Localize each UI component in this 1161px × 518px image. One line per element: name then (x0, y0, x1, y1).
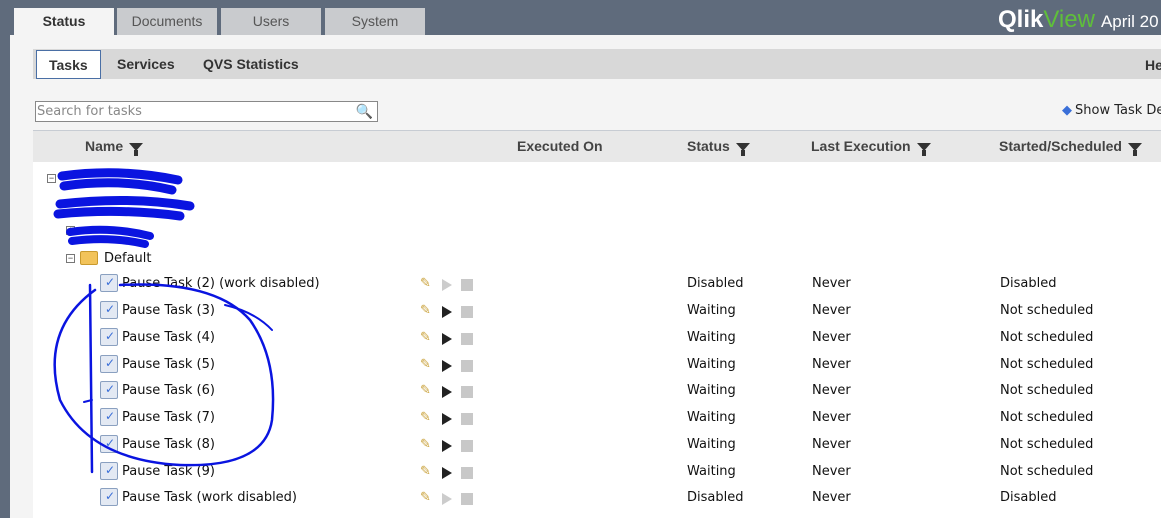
hand-drawn-annotation (53, 168, 275, 474)
